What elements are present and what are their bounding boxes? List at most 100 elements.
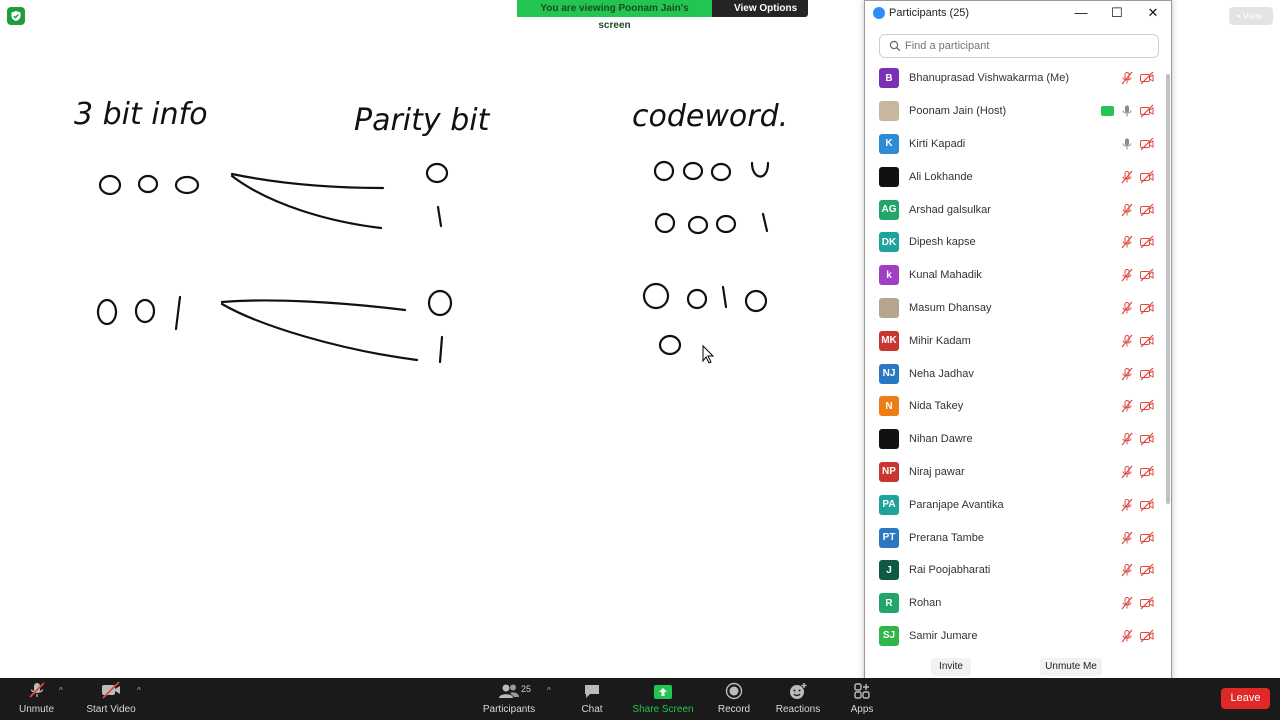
video-options-caret-icon[interactable]: ^ xyxy=(137,686,141,695)
participant-row[interactable]: N Nida Takey xyxy=(865,390,1165,423)
title-3-bit-info: 3 bit info xyxy=(74,97,208,132)
video-off-icon[interactable] xyxy=(1139,432,1155,446)
participant-row[interactable]: R Rohan xyxy=(865,587,1165,620)
maximize-icon[interactable]: ☐ xyxy=(1100,3,1134,23)
video-off-icon[interactable] xyxy=(1139,71,1155,85)
scrollbar-thumb[interactable] xyxy=(1166,74,1170,504)
digit-1 xyxy=(174,295,182,331)
video-off-icon[interactable] xyxy=(1139,367,1155,381)
participant-list: B Bhanuprasad Vishwakarma (Me) Poonam Jain… xyxy=(865,62,1165,647)
apps-button[interactable]: Apps xyxy=(848,678,876,720)
share-screen-button[interactable]: Share Screen xyxy=(632,678,694,720)
video-off-icon[interactable] xyxy=(1139,334,1155,348)
participant-row[interactable]: AG Arshad galsulkar xyxy=(865,193,1165,226)
avatar xyxy=(879,297,899,318)
video-off-icon[interactable] xyxy=(1139,531,1155,545)
microphone-muted-icon[interactable] xyxy=(1120,465,1134,479)
video-off-icon xyxy=(102,681,120,699)
participant-row[interactable]: K Kirti Kapadi xyxy=(865,128,1165,161)
participant-row[interactable]: NP Niraj pawar xyxy=(865,456,1165,489)
unmute-me-button[interactable]: Unmute Me xyxy=(1040,658,1102,676)
participant-row[interactable]: PA Paranjape Avantika xyxy=(865,488,1165,521)
microphone-muted-icon[interactable] xyxy=(1120,629,1134,643)
participant-row[interactable]: J Rai Poojabharati xyxy=(865,554,1165,587)
participant-row[interactable]: SJ Samir Jumare xyxy=(865,620,1165,647)
participant-row[interactable]: MK Mihir Kadam xyxy=(865,324,1165,357)
video-off-icon[interactable] xyxy=(1139,629,1155,643)
view-button[interactable]: ▪ View xyxy=(1229,7,1273,25)
video-off-icon[interactable] xyxy=(1139,563,1155,577)
video-off-icon[interactable] xyxy=(1139,170,1155,184)
video-off-icon[interactable] xyxy=(1139,137,1155,151)
microphone-muted-icon[interactable] xyxy=(1120,170,1134,184)
participant-name: Neha Jadhav xyxy=(909,367,974,380)
microphone-muted-icon[interactable] xyxy=(1120,71,1134,85)
microphone-icon[interactable] xyxy=(1120,104,1134,118)
microphone-muted-icon[interactable] xyxy=(1120,301,1134,315)
microphone-muted-icon[interactable] xyxy=(1120,498,1134,512)
microphone-muted-icon[interactable] xyxy=(1120,531,1134,545)
microphone-muted-icon[interactable] xyxy=(1120,367,1134,381)
participant-name: Samir Jumare xyxy=(909,629,978,642)
minimize-icon[interactable]: — xyxy=(1064,3,1098,23)
participant-row[interactable]: NJ Neha Jadhav xyxy=(865,357,1165,390)
participant-row[interactable]: Poonam Jain (Host) xyxy=(865,95,1165,128)
participant-row[interactable]: B Bhanuprasad Vishwakarma (Me) xyxy=(865,62,1165,95)
close-icon[interactable]: ✕ xyxy=(1136,3,1170,23)
video-off-icon[interactable] xyxy=(1139,498,1155,512)
video-off-icon[interactable] xyxy=(1139,268,1155,282)
microphone-muted-icon xyxy=(28,682,45,698)
view-button-label: View xyxy=(1242,11,1263,21)
record-icon xyxy=(725,682,743,700)
digit-0 xyxy=(744,289,768,313)
digit-0 xyxy=(96,298,118,326)
video-off-icon[interactable] xyxy=(1139,399,1155,413)
microphone-muted-icon[interactable] xyxy=(1120,432,1134,446)
title-codeword: codeword. xyxy=(632,99,788,134)
invite-button[interactable]: Invite xyxy=(931,658,971,676)
avatar: SJ xyxy=(879,625,899,646)
video-off-icon[interactable] xyxy=(1139,235,1155,249)
whiteboard-ink: 3 bit info Parity bit codeword. xyxy=(74,97,788,364)
chat-button[interactable]: Chat xyxy=(578,678,606,720)
panel-titlebar[interactable]: Participants (25) — ☐ ✕ xyxy=(865,1,1171,26)
audio-options-caret-icon[interactable]: ^ xyxy=(59,686,63,695)
start-video-button[interactable]: Start Video xyxy=(84,678,138,720)
unmute-label: Unmute xyxy=(18,704,54,715)
participant-row[interactable]: DK Dipesh kapse xyxy=(865,226,1165,259)
microphone-muted-icon[interactable] xyxy=(1120,268,1134,282)
participant-name: Nida Takey xyxy=(909,400,964,413)
microphone-muted-icon[interactable] xyxy=(1120,334,1134,348)
participant-search[interactable] xyxy=(879,34,1159,58)
participants-options-caret-icon[interactable]: ^ xyxy=(547,686,551,695)
video-off-icon[interactable] xyxy=(1139,203,1155,217)
participant-count-badge: 25 xyxy=(521,684,532,694)
search-input[interactable] xyxy=(905,40,1145,52)
microphone-muted-icon[interactable] xyxy=(1120,203,1134,217)
microphone-muted-icon[interactable] xyxy=(1120,399,1134,413)
digit-0 xyxy=(654,212,676,234)
participant-row[interactable]: Masum Dhansay xyxy=(865,292,1165,325)
video-off-icon[interactable] xyxy=(1139,104,1155,118)
microphone-muted-icon[interactable] xyxy=(1120,596,1134,610)
participant-row[interactable]: Nihan Dawre xyxy=(865,423,1165,456)
participant-name: Kunal Mahadik xyxy=(909,269,982,282)
mouse-cursor-icon xyxy=(702,344,715,364)
microphone-muted-icon[interactable] xyxy=(1120,235,1134,249)
reactions-button[interactable]: Reactions xyxy=(776,678,820,720)
video-off-icon[interactable] xyxy=(1139,301,1155,315)
participant-row[interactable]: Ali Lokhande xyxy=(865,160,1165,193)
participant-row[interactable]: k Kunal Mahadik xyxy=(865,259,1165,292)
video-off-icon[interactable] xyxy=(1139,596,1155,610)
screen-sharing-icon xyxy=(1101,106,1114,117)
leave-button[interactable]: Leave xyxy=(1221,688,1270,709)
digit-1 xyxy=(761,212,769,233)
participant-scrollbar[interactable] xyxy=(1165,62,1171,647)
participant-row[interactable]: PT Prerana Tambe xyxy=(865,521,1165,554)
record-button[interactable]: Record xyxy=(717,678,751,720)
microphone-muted-icon[interactable] xyxy=(1120,563,1134,577)
unmute-button[interactable]: Unmute xyxy=(14,678,59,720)
microphone-icon[interactable] xyxy=(1120,137,1134,151)
video-off-icon[interactable] xyxy=(1139,465,1155,479)
avatar: k xyxy=(879,265,899,286)
